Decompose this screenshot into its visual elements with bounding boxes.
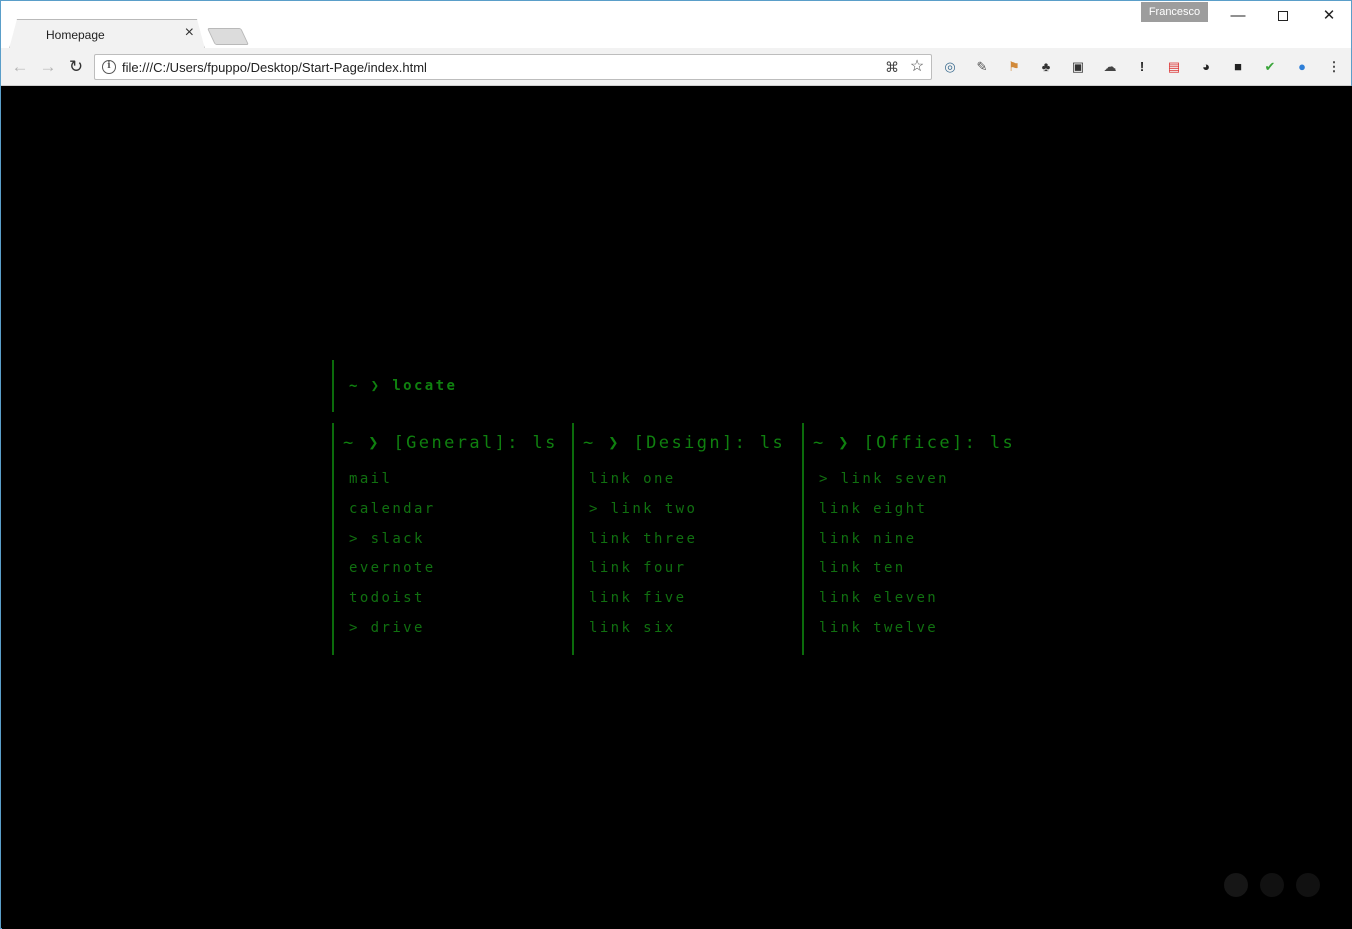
address-bar[interactable]: i file:///C:/Users/fpuppo/Desktop/Start-…: [94, 54, 932, 80]
link-item[interactable]: > link seven: [819, 471, 949, 501]
link-item[interactable]: link four: [589, 560, 697, 590]
link-item[interactable]: evernote: [349, 560, 436, 590]
link-item[interactable]: mail: [349, 471, 436, 501]
tab-title: Homepage: [46, 28, 105, 42]
browser-toolbar: ← → ↻ i file:///C:/Users/fpuppo/Desktop/…: [1, 48, 1351, 86]
link-item[interactable]: link eleven: [819, 590, 949, 620]
link-item[interactable]: link twelve: [819, 620, 949, 650]
alert-icon[interactable]: !: [1133, 58, 1151, 76]
maximize-icon[interactable]: [1268, 5, 1298, 27]
link-item[interactable]: todoist: [349, 590, 436, 620]
todoist-icon[interactable]: ■: [1229, 58, 1247, 76]
column-general: ~ ❯ [General]: ls mail calendar > slack …: [332, 423, 562, 655]
back-icon[interactable]: ←: [9, 56, 31, 78]
link-list-design: link one > link two link three link four…: [589, 471, 697, 650]
column-header-general: ~ ❯ [General]: ls: [343, 433, 558, 453]
title-bar: Homepage × Francesco — ✕: [1, 1, 1351, 49]
link-item[interactable]: link five: [589, 590, 697, 620]
corner-dot[interactable]: [1296, 873, 1320, 897]
corner-dot[interactable]: [1224, 873, 1248, 897]
reload-icon[interactable]: ↻: [65, 56, 87, 78]
link-item[interactable]: link one: [589, 471, 697, 501]
link-list-office: > link seven link eight link nine link t…: [819, 471, 949, 650]
globe-icon[interactable]: ●: [1293, 58, 1311, 76]
corner-dot[interactable]: [1260, 873, 1284, 897]
browser-window: Homepage × Francesco — ✕ ← → ↻ i file://…: [0, 0, 1352, 929]
locate-prompt-box: ~ ❯ locate: [332, 360, 455, 412]
ring-icon[interactable]: ◎: [941, 58, 959, 76]
link-item[interactable]: > link two: [589, 501, 697, 531]
menu-icon[interactable]: ⋮: [1325, 58, 1343, 76]
bookmark-tag-icon[interactable]: ⚑: [1005, 58, 1023, 76]
link-item[interactable]: > slack: [349, 531, 436, 561]
column-header-design: ~ ❯ [Design]: ls: [583, 433, 786, 453]
cloud-icon[interactable]: ☁: [1101, 58, 1119, 76]
tab-homepage[interactable]: Homepage ×: [9, 19, 205, 49]
column-design: ~ ❯ [Design]: ls link one > link two lin…: [572, 423, 792, 655]
link-item[interactable]: > drive: [349, 620, 436, 650]
panda-icon[interactable]: ◕: [1197, 58, 1215, 76]
link-item[interactable]: link ten: [819, 560, 949, 590]
link-list-general: mail calendar > slack evernote todoist >…: [349, 471, 436, 650]
calendar-icon[interactable]: ▤: [1165, 58, 1183, 76]
bookmark-star-icon[interactable]: ☆: [908, 58, 926, 76]
column-header-office: ~ ❯ [Office]: ls: [813, 433, 1016, 453]
start-page: ~ ❯ locate ~ ❯ [General]: ls mail calend…: [2, 86, 1352, 929]
close-window-icon[interactable]: ✕: [1314, 5, 1344, 27]
minimize-icon[interactable]: —: [1223, 5, 1253, 27]
link-item[interactable]: calendar: [349, 501, 436, 531]
profile-badge[interactable]: Francesco: [1141, 2, 1208, 22]
url-text[interactable]: file:///C:/Users/fpuppo/Desktop/Start-Pa…: [122, 60, 427, 75]
locate-prompt[interactable]: ~ ❯ locate: [349, 378, 457, 394]
link-item[interactable]: link eight: [819, 501, 949, 531]
link-item[interactable]: link six: [589, 620, 697, 650]
translate-icon[interactable]: ⌘: [883, 58, 901, 76]
column-office: ~ ❯ [Office]: ls > link seven link eight…: [802, 423, 1022, 655]
forward-icon[interactable]: →: [37, 56, 59, 78]
tab-close-icon[interactable]: ×: [185, 25, 194, 41]
check-icon[interactable]: ✔: [1261, 58, 1279, 76]
info-icon[interactable]: i: [102, 60, 116, 74]
pocket-icon[interactable]: ▣: [1069, 58, 1087, 76]
link-item[interactable]: link three: [589, 531, 697, 561]
new-tab-button[interactable]: [207, 28, 249, 45]
link-item[interactable]: link nine: [819, 531, 949, 561]
eyedropper-icon[interactable]: ✎: [973, 58, 991, 76]
evernote-icon[interactable]: ♣: [1037, 58, 1055, 76]
